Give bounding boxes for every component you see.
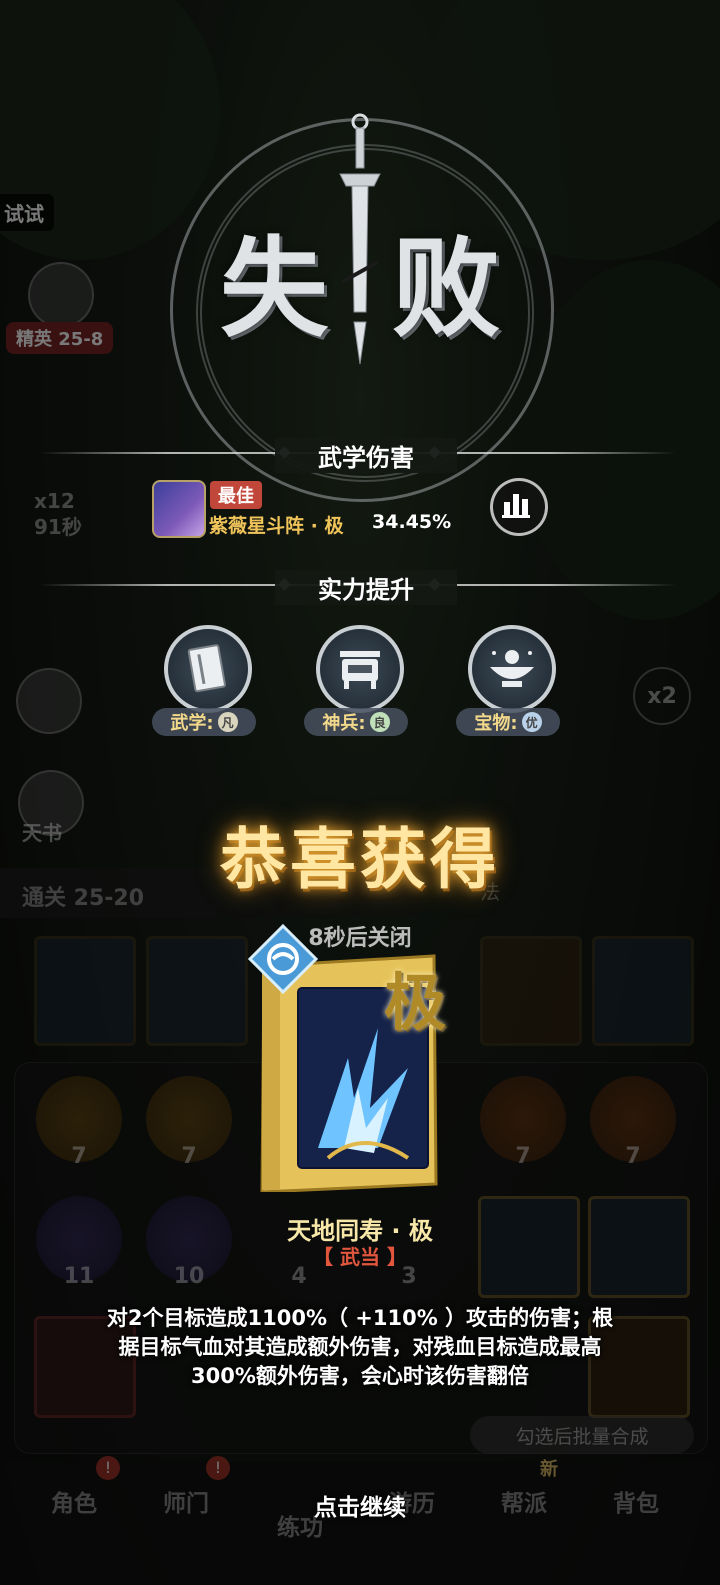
defeat-title-right: 败 — [392, 226, 501, 352]
description-line: 300%额外伤害，会心时该伤害翻倍 — [191, 1364, 529, 1388]
upgrade-martial-button[interactable] — [164, 625, 252, 713]
martial-grade-badge: 凡 — [217, 712, 238, 732]
treasure-grade-label: 宝物: 优 — [456, 708, 560, 736]
tap-to-continue[interactable]: 点击继续 — [0, 1488, 720, 1522]
wudang-taiji-icon — [248, 924, 318, 994]
congrats-title: 恭喜获得 — [220, 821, 500, 898]
book-icon — [187, 644, 226, 693]
treasure-label: 宝物: — [474, 713, 518, 734]
treasure-bowl-icon — [490, 650, 534, 687]
upgrade-weapon-button[interactable] — [316, 625, 404, 713]
rarity-badge: 极 — [384, 966, 447, 1039]
martial-grade-label: 武学: 凡 — [152, 708, 256, 736]
broken-sword-icon — [339, 113, 381, 365]
description-line: 据目标气血对其造成额外伤害，对残血目标造成最高 — [118, 1335, 602, 1359]
weapon-grade-label: 神兵: 良 — [304, 708, 408, 736]
reward-sect: 【 武当 】 — [313, 1245, 407, 1269]
reward-description: 对2个目标造成1100%（ +110% ）攻击的伤害；根 据目标气血对其造成额外… — [60, 1304, 660, 1391]
defeat-title-left: 失 — [220, 226, 329, 352]
upgrade-treasure-button[interactable] — [468, 625, 556, 713]
bar-chart-icon — [502, 494, 530, 518]
cauldron-icon — [340, 651, 380, 689]
treasure-grade-badge: 优 — [521, 712, 542, 732]
weapon-grade-badge: 良 — [369, 712, 390, 732]
damage-section-title: 武学伤害 — [275, 438, 457, 473]
best-tag: 最佳 — [210, 481, 262, 509]
damage-stats-button[interactable] — [490, 478, 548, 536]
game-scene: 试试 精英 25-8 x12 91秒 x2 天书 通关 25-20 法 7 7 … — [0, 0, 720, 1585]
martial-label: 武学: — [170, 713, 214, 734]
skill-icon[interactable] — [152, 480, 206, 538]
skill-damage-percent: 34.45% — [372, 511, 452, 533]
description-line: 对2个目标造成1100%（ +110% ）攻击的伤害；根 — [106, 1306, 614, 1330]
skill-name: 紫薇星斗阵 · 极 — [209, 515, 344, 537]
power-section-title: 实力提升 — [275, 570, 457, 605]
weapon-label: 神兵: — [322, 713, 366, 734]
reward-skill-book[interactable]: 极 — [248, 924, 446, 1194]
